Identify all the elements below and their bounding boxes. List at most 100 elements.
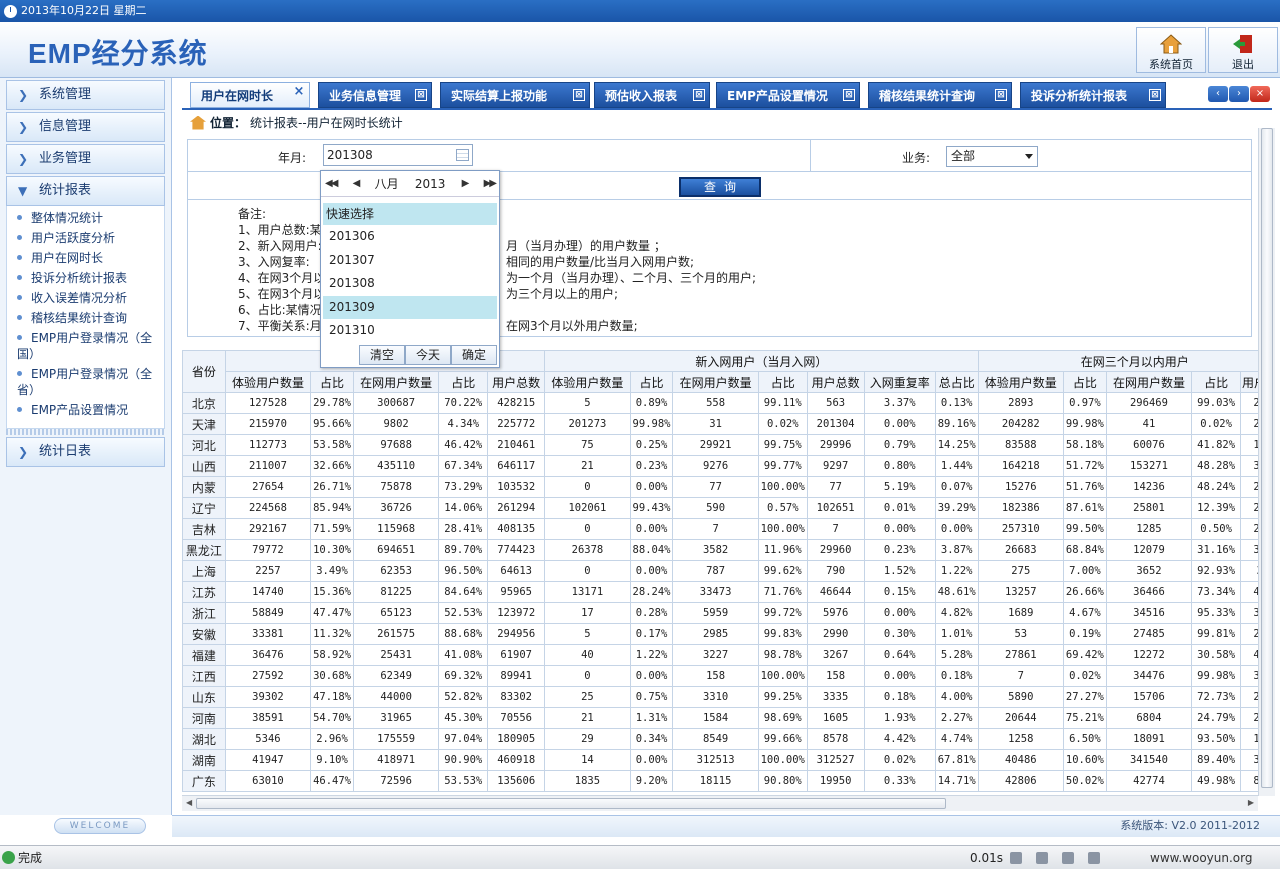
- sidebar-item-login-province[interactable]: EMP用户登录情况（全 省）: [7, 364, 164, 400]
- next-month-icon[interactable]: ▶: [462, 178, 470, 189]
- table-cell: 99.98%: [629, 413, 674, 435]
- table-cell: 0.23%: [629, 455, 674, 477]
- province-cell: 河北: [182, 434, 226, 456]
- business-label: 业务:: [902, 151, 931, 165]
- tab-estimated-income[interactable]: 预估收入报表 ⊠: [594, 82, 710, 108]
- table-row: 山西 211007 32.66% 435110 67.34% 646117 21 0.23% 9…: [182, 455, 1258, 477]
- horizontal-scroll-thumb[interactable]: [196, 798, 946, 809]
- table-cell: 4.00%: [934, 686, 979, 708]
- close-icon[interactable]: ⊠: [693, 89, 705, 101]
- table-cell: 54.70%: [310, 707, 354, 729]
- column-header: 用户总数: [487, 371, 546, 393]
- table-cell: 4.42%: [863, 728, 936, 750]
- table-cell: 1.93%: [863, 707, 936, 729]
- table-cell: 72.73%: [1191, 686, 1242, 708]
- sidebar-item-complaints[interactable]: 投诉分析统计报表: [7, 268, 164, 288]
- sidebar-item-login-national[interactable]: EMP用户登录情况（全 国）: [7, 328, 164, 364]
- picker-year[interactable]: 2013: [415, 177, 446, 191]
- province-cell: 山西: [182, 455, 226, 477]
- table-cell: 99.03%: [1191, 392, 1242, 414]
- picker-option-selected[interactable]: 201309: [323, 295, 497, 319]
- table-cell: 19950: [806, 770, 865, 792]
- close-icon[interactable]: ⊠: [1149, 89, 1161, 101]
- tab-audit-results[interactable]: 稽核结果统计查询 ⊠: [868, 82, 1012, 108]
- sidebar-section-system[interactable]: ❯ 系统管理: [6, 80, 165, 110]
- vertical-scroll-thumb[interactable]: [1261, 128, 1273, 788]
- exit-label: 退出: [1232, 58, 1254, 71]
- picker-month[interactable]: 八月: [375, 175, 399, 192]
- sidebar-section-info[interactable]: ❯ 信息管理: [6, 112, 165, 142]
- tab-complaints[interactable]: 投诉分析统计报表 ⊠: [1020, 82, 1166, 108]
- tab-next-icon[interactable]: ›: [1229, 86, 1249, 102]
- close-icon[interactable]: ⊠: [415, 89, 427, 101]
- table-cell: 408135: [487, 518, 546, 540]
- user-icon[interactable]: [1036, 852, 1048, 864]
- table-cell: 115968: [352, 518, 440, 540]
- sidebar-item-income-error[interactable]: 收入误差情况分析: [7, 288, 164, 308]
- table-cell: 14.25%: [934, 434, 979, 456]
- calendar-icon[interactable]: [456, 149, 469, 161]
- table-cell: 26.66%: [1063, 581, 1107, 603]
- table-cell: 72596: [352, 770, 440, 792]
- table-cell: 1689: [977, 602, 1065, 624]
- tab-online-duration[interactable]: 用户在网时长 ×: [190, 82, 310, 108]
- home-button[interactable]: 系统首页: [1136, 27, 1206, 73]
- tab-prev-icon[interactable]: ‹: [1208, 86, 1228, 102]
- edit-icon[interactable]: [1010, 852, 1022, 864]
- exit-icon: [1233, 35, 1252, 53]
- picker-confirm-button[interactable]: 确定: [451, 345, 497, 365]
- table-cell: 83302: [487, 686, 546, 708]
- home-label: 系统首页: [1149, 58, 1193, 71]
- table-cell: 21: [544, 455, 631, 477]
- sidebar-section-daily[interactable]: ❯ 统计日表: [6, 437, 165, 467]
- table-cell: 51.72%: [1063, 455, 1107, 477]
- tab-business-info[interactable]: 业务信息管理 ⊠: [318, 82, 432, 108]
- sidebar-item-activity[interactable]: 用户活跃度分析: [7, 228, 164, 248]
- table-cell: 62349: [352, 665, 440, 687]
- table-cell: 7.00%: [1063, 560, 1107, 582]
- close-icon[interactable]: ×: [293, 85, 305, 99]
- query-button[interactable]: 查询: [679, 177, 761, 197]
- year-month-input[interactable]: 201308: [323, 144, 473, 166]
- close-all-tabs-icon[interactable]: ×: [1250, 86, 1270, 102]
- tab-product-settings[interactable]: EMP产品设置情况 ⊠: [716, 82, 860, 108]
- speaker-icon[interactable]: [1088, 852, 1100, 864]
- table-cell: 40486: [977, 749, 1065, 771]
- sidebar-section-business[interactable]: ❯ 业务管理: [6, 144, 165, 174]
- tab-settlement[interactable]: 实际结算上报功能 ⊠: [440, 82, 590, 108]
- close-icon[interactable]: ⊠: [843, 89, 855, 101]
- picker-option[interactable]: 201306: [323, 225, 497, 249]
- picker-clear-button[interactable]: 清空: [359, 345, 405, 365]
- sidebar-section-reports[interactable]: ▼ 统计报表: [6, 176, 165, 206]
- sidebar-item-audit-results[interactable]: 稽核结果统计查询: [7, 308, 164, 328]
- sidebar-item-overall-stats[interactable]: 整体情况统计: [7, 208, 164, 228]
- table-cell: 1934: [1240, 728, 1258, 750]
- table-cell: 3335: [806, 686, 865, 708]
- vertical-scrollbar[interactable]: [1258, 128, 1275, 796]
- table-cell: 0.23%: [863, 539, 936, 561]
- next-year-icon[interactable]: ▶▶: [484, 178, 497, 189]
- table-cell: 45.30%: [438, 707, 489, 729]
- table-cell: 14740: [224, 581, 312, 603]
- picker-option[interactable]: 201310: [323, 319, 497, 343]
- scroll-right-icon[interactable]: ▶: [1248, 798, 1254, 807]
- prev-month-icon[interactable]: ◀: [353, 178, 361, 189]
- sidebar-item-product-settings[interactable]: EMP产品设置情况: [7, 400, 164, 420]
- picker-option[interactable]: 201308: [323, 272, 497, 296]
- sidebar-grip[interactable]: [6, 429, 165, 435]
- prev-year-icon[interactable]: ◀◀: [325, 178, 338, 189]
- sidebar-item-online-duration[interactable]: 用户在网时长: [7, 248, 164, 268]
- close-icon[interactable]: ⊠: [573, 89, 585, 101]
- horizontal-scrollbar[interactable]: ◀ ▶: [182, 795, 1258, 811]
- picker-option[interactable]: 201307: [323, 249, 497, 273]
- business-select[interactable]: 全部: [946, 146, 1038, 167]
- table-cell: 28.24%: [629, 581, 674, 603]
- picker-today-button[interactable]: 今天: [405, 345, 451, 365]
- scroll-left-icon[interactable]: ◀: [186, 798, 192, 807]
- tab-bar: 用户在网时长 × 业务信息管理 ⊠ 实际结算上报功能 ⊠ 预估收入报表 ⊠ EMP产品设…: [182, 82, 1272, 110]
- close-icon[interactable]: ⊠: [995, 89, 1007, 101]
- exit-button[interactable]: 退出: [1208, 27, 1278, 73]
- download-icon[interactable]: [1062, 852, 1074, 864]
- table-cell: 14.71%: [934, 770, 979, 792]
- table-cell: 29921: [672, 434, 759, 456]
